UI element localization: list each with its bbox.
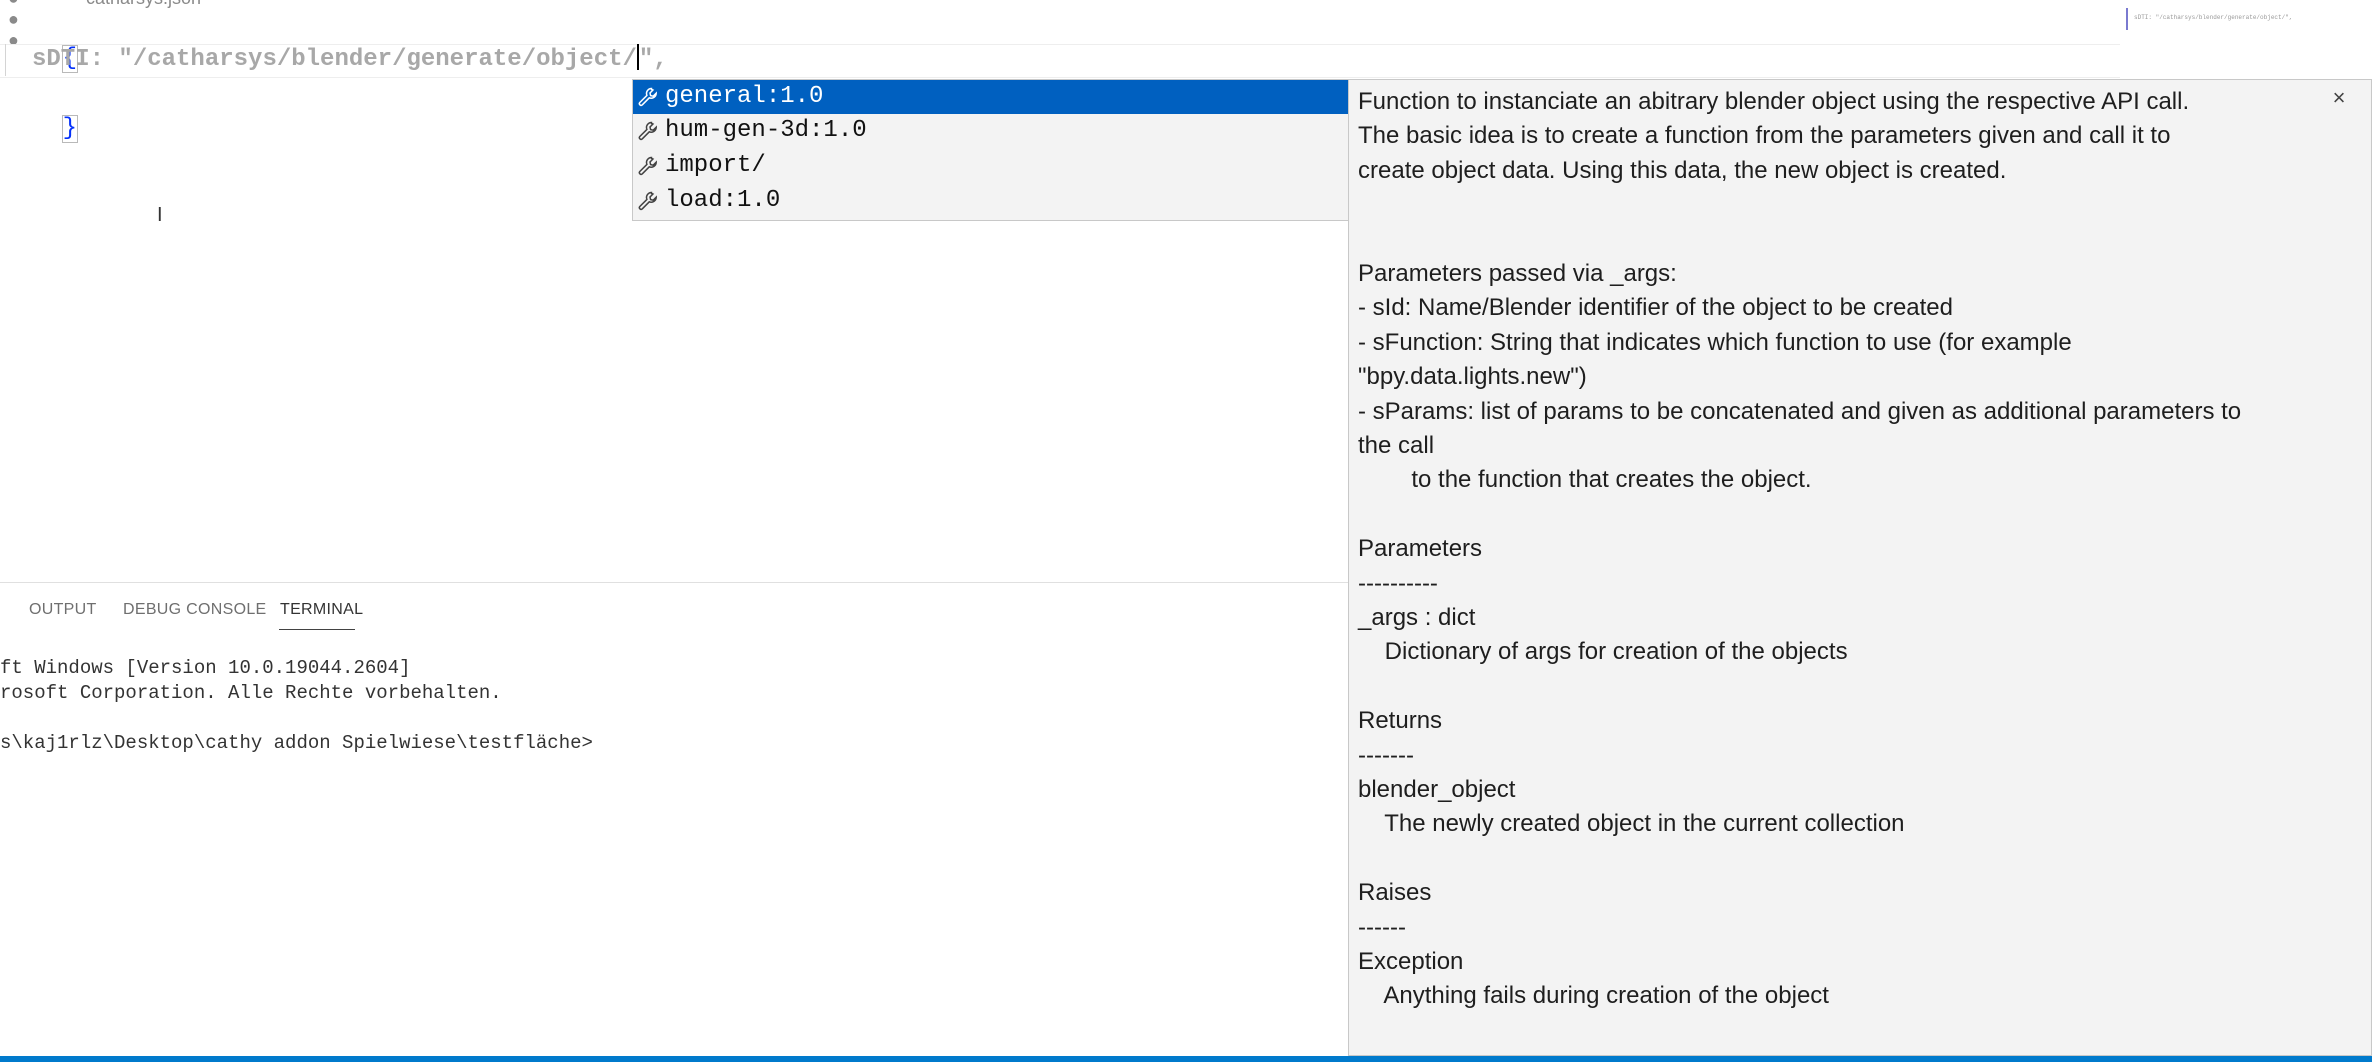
suggest-item-label: load:1.0 [665,187,781,214]
doc-line: "bpy.data.lights.new") [1358,363,1587,391]
terminal-prompt[interactable]: s\kaj1rlz\Desktop\cathy addon Spielwiese… [0,732,593,754]
terminal-line: ft Windows [Version 10.0.19044.2604] [0,657,411,679]
wrench-icon [638,121,657,141]
tab-debug-console[interactable]: DEBUG CONSOLE [123,601,267,619]
json-key: sDTI: [32,46,119,73]
doc-line: ---------- [1358,569,1438,597]
json-string-value: "/catharsys/blender/generate/object/ [118,46,637,73]
suggest-item-general[interactable]: general:1.0 [633,80,1349,114]
close-icon[interactable]: × [2325,84,2353,112]
doc-line: blender_object [1358,776,1516,803]
tab-filename: catharsys.json [86,0,201,9]
suggest-item-load[interactable]: load:1.0 [633,184,1349,218]
minimap-brace-marker [2126,8,2130,30]
doc-line: Returns [1358,707,1443,735]
terminal-line: rosoft Corporation. Alle Rechte vorbehal… [0,682,502,704]
doc-line: create object data. Using this data, the… [1358,156,2007,184]
close-brace: } [61,115,79,143]
active-tab-indicator [279,629,355,630]
doc-line: Raises [1358,879,1432,907]
suggest-widget: general:1.0 hum-gen-3d:1.0 import/ load:… [632,79,1349,221]
suggest-item-hum-gen-3d[interactable]: hum-gen-3d:1.0 [633,114,1349,148]
doc-line: Exception [1358,948,1464,975]
doc-line: - sFunction: String that indicates which… [1358,328,2072,356]
doc-line: Anything fails during creation of the ob… [1358,982,1829,1010]
doc-line: The newly created object in the current … [1358,810,1905,838]
suggest-item-label: hum-gen-3d:1.0 [665,117,867,144]
minimap-text: sDTI: "/catharsys/blender/generate/objec… [2134,14,2293,21]
doc-line: ------- [1358,741,1414,769]
suggest-item-label: general:1.0 [665,83,824,110]
doc-line: Parameters [1358,535,1483,563]
doc-line: to the function that creates the object. [1358,466,1812,494]
json-string-tail: ", [638,46,668,73]
suggest-details-pane[interactable]: × Function to instanciate an abitrary bl… [1348,79,2372,1056]
suggest-item-import[interactable]: import/ [633,149,1349,183]
code-line-3[interactable]: } [4,78,79,143]
suggest-item-label: import/ [665,152,766,179]
wrench-icon [638,156,657,176]
code-line-2[interactable]: sDTI: "/catharsys/blender/generate/objec… [32,43,668,77]
doc-line: Parameters passed via _args: [1358,260,1677,287]
status-bar [0,1056,2372,1062]
doc-line: ------ [1358,913,1406,941]
code-line-1[interactable]: { [4,8,79,73]
doc-line: Dictionary of args for creation of the o… [1358,638,1848,666]
tab-terminal[interactable]: TERMINAL [280,601,363,619]
doc-line: The basic idea is to create a function f… [1358,122,2171,150]
doc-line: - sParams: list of params to be concaten… [1358,397,2242,425]
minimap[interactable]: sDTI: "/catharsys/blender/generate/objec… [2124,8,2292,38]
doc-line: _args : dict [1358,604,1476,631]
doc-line: - sId: Name/Blender identifier of the ob… [1358,294,1953,322]
doc-line: the call [1358,432,1435,459]
doc-line: Function to instanciate an abitrary blen… [1358,88,2190,115]
mouse-ibeam-cursor-icon: I [157,204,163,226]
tab-output[interactable]: OUTPUT [29,601,97,619]
wrench-icon [638,191,657,211]
wrench-icon [638,87,657,107]
